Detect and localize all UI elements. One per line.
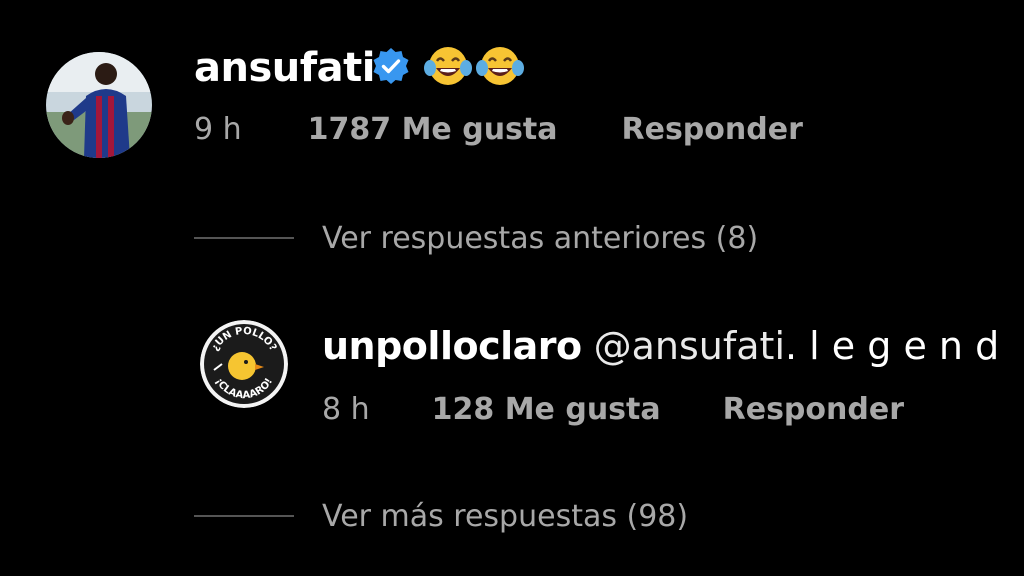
reply-likes-button[interactable]: 128 Me gusta — [432, 392, 661, 427]
view-previous-replies[interactable]: Ver respuestas anteriores (8) — [194, 218, 758, 258]
reply-comment: ¿UN POLLO? ¡CLAAAARO! unpolloclaro @ansu… — [0, 300, 1024, 450]
comment-time: 9 h — [194, 112, 242, 147]
avatar-ansufati[interactable] — [46, 52, 152, 158]
verified-badge-icon — [372, 47, 410, 89]
thread-divider — [194, 237, 294, 239]
reply-mention-link[interactable]: @ansufati — [594, 324, 785, 368]
avatar-unpolloclaro[interactable]: ¿UN POLLO? ¡CLAAAARO! — [200, 320, 288, 408]
view-more-replies[interactable]: Ver más respuestas (98) — [194, 496, 688, 536]
reply-time: 8 h — [322, 392, 370, 427]
reply-username[interactable]: unpolloclaro — [322, 324, 582, 368]
view-more-replies-label: Ver más respuestas (98) — [322, 498, 689, 534]
comment: ansufati 9 h 1787 Me gusta Responder — [0, 0, 1024, 180]
tears-of-joy-emoji-icon — [476, 44, 524, 92]
thread-divider — [194, 515, 294, 517]
chick-logo-icon: ¿UN POLLO? ¡CLAAAARO! — [200, 320, 288, 408]
comment-body — [358, 44, 524, 92]
view-previous-replies-label: Ver respuestas anteriores (8) — [322, 220, 759, 256]
reply-reply-button[interactable]: Responder — [723, 392, 904, 427]
comment-likes-button[interactable]: 1787 Me gusta — [308, 112, 558, 147]
reply-body: unpolloclaro @ansufati . l e g e n d — [322, 322, 999, 370]
comment-reply-button[interactable]: Responder — [622, 112, 803, 147]
player-photo-icon — [46, 52, 152, 158]
comment-meta: 9 h 1787 Me gusta Responder — [194, 112, 803, 147]
comment-username[interactable]: ansufati — [194, 44, 375, 92]
reply-meta: 8 h 128 Me gusta Responder — [322, 392, 904, 427]
reply-text: . l e g e n d — [785, 324, 1000, 368]
tears-of-joy-emoji-icon — [424, 44, 472, 92]
